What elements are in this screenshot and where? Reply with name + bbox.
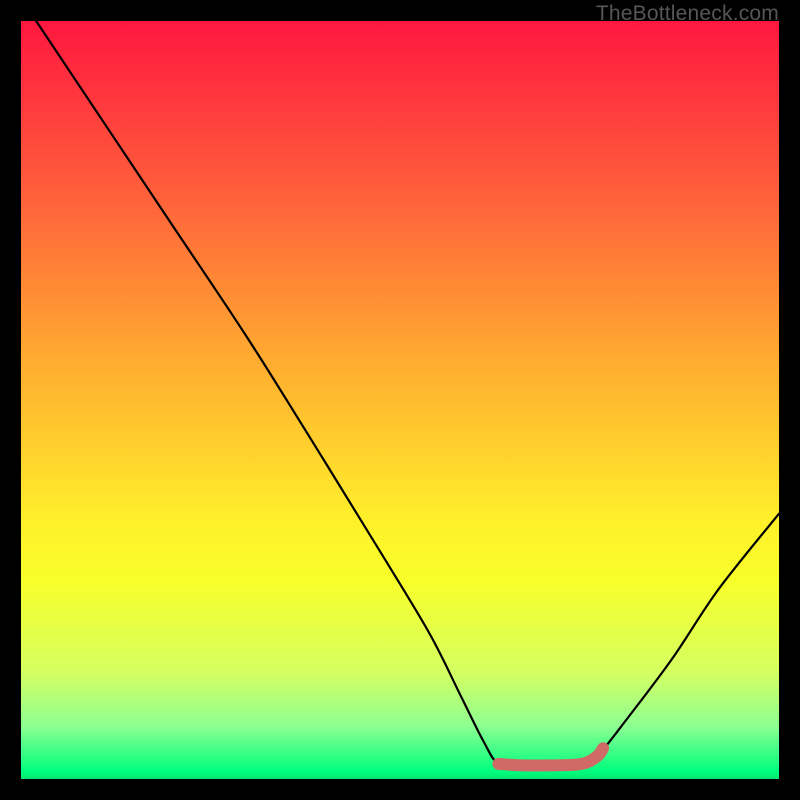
optimal-point-marker xyxy=(493,758,505,770)
optimal-range-highlight xyxy=(499,748,604,765)
plot-area xyxy=(21,21,779,779)
chart-svg xyxy=(21,21,779,779)
bottleneck-curve xyxy=(36,21,779,766)
chart-frame: TheBottleneck.com xyxy=(0,0,800,800)
